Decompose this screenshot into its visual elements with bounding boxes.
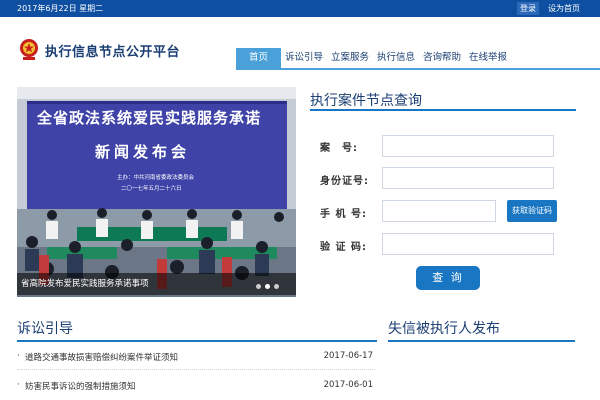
nav-item-case-filing[interactable]: 立案服务	[330, 48, 370, 68]
list-item-title[interactable]: 妨害民事诉讼的强制措施须知	[25, 380, 136, 392]
case-number-label: 案 号:	[320, 143, 358, 154]
list-item[interactable]: · 道路交通事故损害赔偿纠纷案件举证须知 2017-06-17	[17, 351, 375, 365]
site-title[interactable]: 执行信息节点公开平台	[45, 41, 180, 60]
nav-item-home[interactable]: 首页	[236, 48, 281, 68]
carousel-caption[interactable]: 省高院发布爱民实践服务承诺事项	[17, 273, 296, 295]
list-item[interactable]: · 妨害民事诉讼的强制措施须知 2017-06-01	[17, 380, 375, 394]
dishonest-debtor-underline	[388, 340, 575, 342]
get-verification-code-button[interactable]: 获取验证码	[507, 200, 557, 222]
current-date: 2017年6月22日 星期二	[17, 4, 104, 13]
bullet-icon: ·	[17, 380, 20, 390]
top-bar: 2017年6月22日 星期二 登录 设为首页	[0, 0, 600, 17]
login-button[interactable]: 登录	[517, 2, 539, 15]
nav-item-online-report[interactable]: 在线举报	[468, 48, 508, 68]
phone-label: 手 机 号:	[320, 209, 367, 220]
nav-item-litigation-guide[interactable]: 诉讼引导	[284, 48, 324, 68]
carousel-dot-active[interactable]	[265, 284, 270, 289]
case-number-input[interactable]	[382, 135, 554, 157]
banner-sponsor: 主办：中共河南省委政法委员会	[117, 175, 195, 181]
litigation-guide-title[interactable]: 诉讼引导	[17, 318, 73, 338]
verification-code-label: 验 证 码:	[320, 242, 367, 253]
id-number-input[interactable]	[382, 167, 554, 189]
phone-input[interactable]	[382, 200, 496, 222]
banner-subtitle: 新闻发布会	[95, 143, 191, 161]
query-panel-underline	[310, 109, 576, 111]
carousel-dot[interactable]	[256, 284, 261, 289]
banner-slogan: 全省政法系统爱民实践服务承诺	[37, 109, 262, 127]
verification-code-input[interactable]	[382, 233, 554, 255]
id-number-label: 身份证号:	[320, 176, 369, 187]
query-panel-title: 执行案件节点查询	[310, 93, 422, 109]
list-item-title[interactable]: 道路交通事故损害赔偿纠纷案件举证须知	[25, 351, 178, 363]
court-emblem-icon[interactable]	[19, 36, 39, 62]
carousel-dot[interactable]	[274, 284, 279, 289]
query-submit-button[interactable]: 查 询	[416, 266, 480, 290]
news-carousel[interactable]: 全省政法系统爱民实践服务承诺 新闻发布会 主办：中共河南省委政法委员会 二〇一七…	[17, 87, 296, 297]
list-item-date: 2017-06-17	[323, 351, 373, 361]
dishonest-debtor-title[interactable]: 失信被执行人发布	[388, 318, 500, 338]
set-homepage-link[interactable]: 设为首页	[548, 3, 580, 14]
nav-item-consult-help[interactable]: 咨询帮助	[422, 48, 462, 68]
nav-underline	[236, 68, 600, 70]
bullet-icon: ·	[17, 351, 20, 361]
nav-item-execution-info[interactable]: 执行信息	[376, 48, 416, 68]
list-item-date: 2017-06-01	[323, 380, 373, 390]
row-divider	[17, 369, 375, 370]
banner-event-date: 二〇一七年五月二十六日	[121, 186, 182, 192]
litigation-guide-underline	[17, 340, 377, 342]
